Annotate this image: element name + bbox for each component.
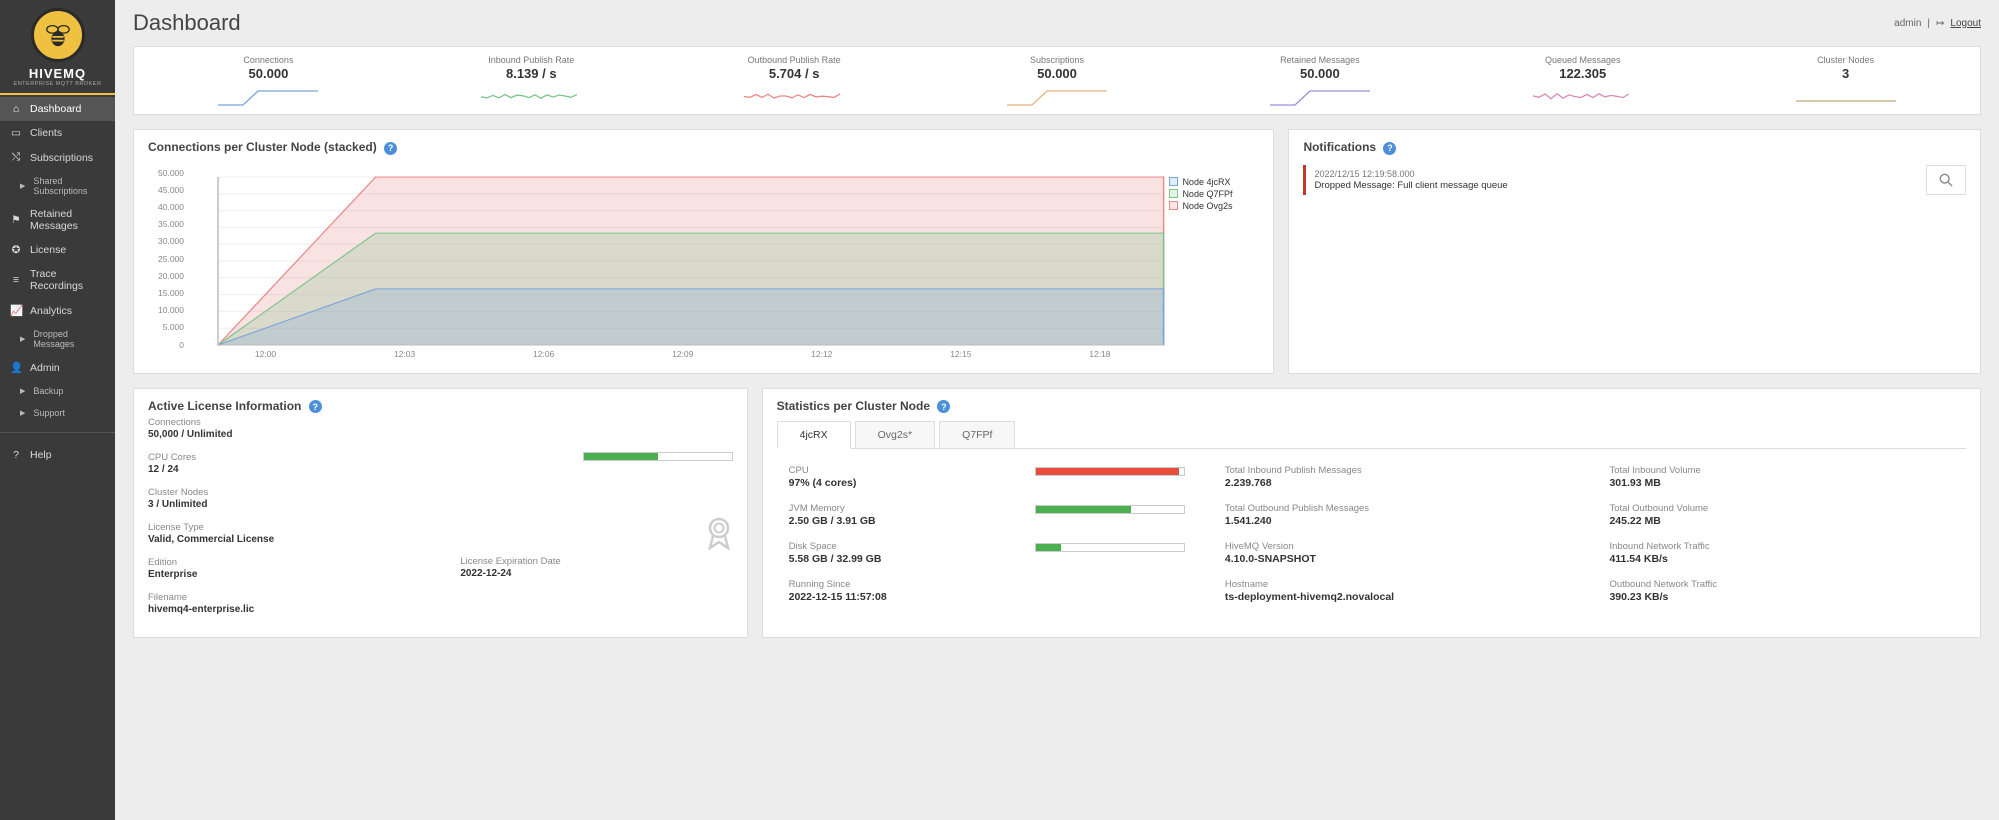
brand-title: HIVEMQ [0,66,115,81]
caret-icon: ▶ [20,409,25,417]
sparkline [1796,85,1896,107]
cpu-cores-bar [583,452,733,461]
kpi-connections[interactable]: Connections50.000 [142,55,395,110]
nav-analytics[interactable]: 📈Analytics [0,298,115,323]
jvm-bar [1035,505,1185,514]
kpi-cluster-nodes[interactable]: Cluster Nodes3 [1719,55,1972,110]
legend-item[interactable]: Node Ovg2s [1169,201,1259,211]
caret-icon: ▶ [20,387,25,395]
logout-link[interactable]: Logout [1950,18,1981,29]
nav-menu: ⌂Dashboard ▭Clients ⤭Subscriptions ▶Shar… [0,97,115,424]
notification-message: Dropped Message: Full client message que… [1314,180,1910,191]
notifications-panel: Notifications ? 2022/12/15 12:19:58.000 … [1288,129,1981,374]
current-user: admin [1894,18,1921,29]
home-icon: ⌂ [10,103,22,115]
sidebar: HIVEMQ ENTERPRISE MQTT BROKER ⌂Dashboard… [0,0,115,820]
stats-panel: Statistics per Cluster Node ? 4jcRXOvg2s… [762,388,1981,639]
nav-help[interactable]: ?Help [0,443,115,467]
tab-Ovg2s[interactable]: Ovg2s* [855,421,935,448]
nav-trace-recordings[interactable]: ≡Trace Recordings [0,262,115,298]
clients-icon: ▭ [10,127,22,139]
notifications-title: Notifications [1303,140,1376,154]
license-panel: Active License Information ? Connections… [133,388,748,639]
legend-item[interactable]: Node 4jcRX [1169,177,1259,187]
page-title: Dashboard [133,10,241,36]
help-icon[interactable]: ? [384,142,397,155]
kpi-inbound-publish-rate[interactable]: Inbound Publish Rate8.139 / s [405,55,658,110]
sparkline [744,85,844,107]
kpi-retained-messages[interactable]: Retained Messages50.000 [1193,55,1446,110]
nav-admin[interactable]: 👤Admin [0,355,115,380]
nav-subscriptions[interactable]: ⤭Subscriptions [0,145,115,170]
caret-icon: ▶ [20,335,25,343]
help-icon[interactable]: ? [937,400,950,413]
help-icon: ? [10,449,22,461]
key-icon: ✪ [10,244,22,256]
cpu-bar [1035,467,1185,476]
kpi-queued-messages[interactable]: Queued Messages122.305 [1456,55,1709,110]
brand-logo: HIVEMQ ENTERPRISE MQTT BROKER [0,0,115,95]
help-icon[interactable]: ? [309,400,322,413]
sparkline [218,85,318,107]
chart-icon: 📈 [10,304,22,317]
logout-icon: ↦ [1936,18,1944,29]
sparkline [1007,85,1107,107]
flag-icon: ⚑ [10,214,22,226]
kpi-subscriptions[interactable]: Subscriptions50.000 [931,55,1184,110]
stacked-area-chart: 05.00010.00015.00020.00025.00030.00035.0… [148,173,1169,363]
nav-dashboard[interactable]: ⌂Dashboard [0,97,115,121]
license-title: Active License Information [148,399,301,413]
nav-backup[interactable]: ▶Backup [0,380,115,402]
chart-legend: Node 4jcRX Node Q7FPf Node Ovg2s [1169,173,1259,363]
nav-retained-messages[interactable]: ⚑Retained Messages [0,202,115,238]
list-icon: ≡ [10,274,22,286]
caret-icon: ▶ [20,182,25,190]
nav-support[interactable]: ▶Support [0,402,115,424]
nav-clients[interactable]: ▭Clients [0,121,115,145]
disk-bar [1035,543,1185,552]
sparkline [481,85,581,107]
tab-4jcRX[interactable]: 4jcRX [777,421,851,449]
random-icon: ⤭ [10,151,22,164]
connections-chart-panel: Connections per Cluster Node (stacked) ?… [133,129,1274,374]
node-tabs: 4jcRXOvg2s*Q7FPf [777,421,1966,449]
nav-shared-subscriptions[interactable]: ▶Shared Subscriptions [0,170,115,202]
search-icon [1939,173,1953,187]
main-content: Dashboard admin | ↦ Logout Connections50… [115,0,1999,820]
sparkline [1533,85,1633,107]
legend-item[interactable]: Node Q7FPf [1169,189,1259,199]
sparkline [1270,85,1370,107]
notification-item[interactable]: 2022/12/15 12:19:58.000 Dropped Message:… [1303,165,1918,195]
help-icon[interactable]: ? [1383,142,1396,155]
user-area: admin | ↦ Logout [1894,18,1981,29]
user-icon: 👤 [10,361,22,374]
nav-dropped-messages[interactable]: ▶Dropped Messages [0,323,115,355]
stats-title: Statistics per Cluster Node [777,399,930,413]
kpi-outbound-publish-rate[interactable]: Outbound Publish Rate5.704 / s [668,55,921,110]
notification-search-button[interactable] [1926,165,1966,195]
tab-Q7FPf[interactable]: Q7FPf [939,421,1015,448]
kpi-row: Connections50.000Inbound Publish Rate8.1… [133,46,1981,115]
chart-title: Connections per Cluster Node (stacked) [148,140,377,154]
notification-timestamp: 2022/12/15 12:19:58.000 [1314,169,1910,179]
award-badge-icon [705,516,733,553]
bee-logo-icon [31,8,85,62]
nav-license[interactable]: ✪License [0,238,115,262]
brand-subtitle: ENTERPRISE MQTT BROKER [0,81,115,87]
